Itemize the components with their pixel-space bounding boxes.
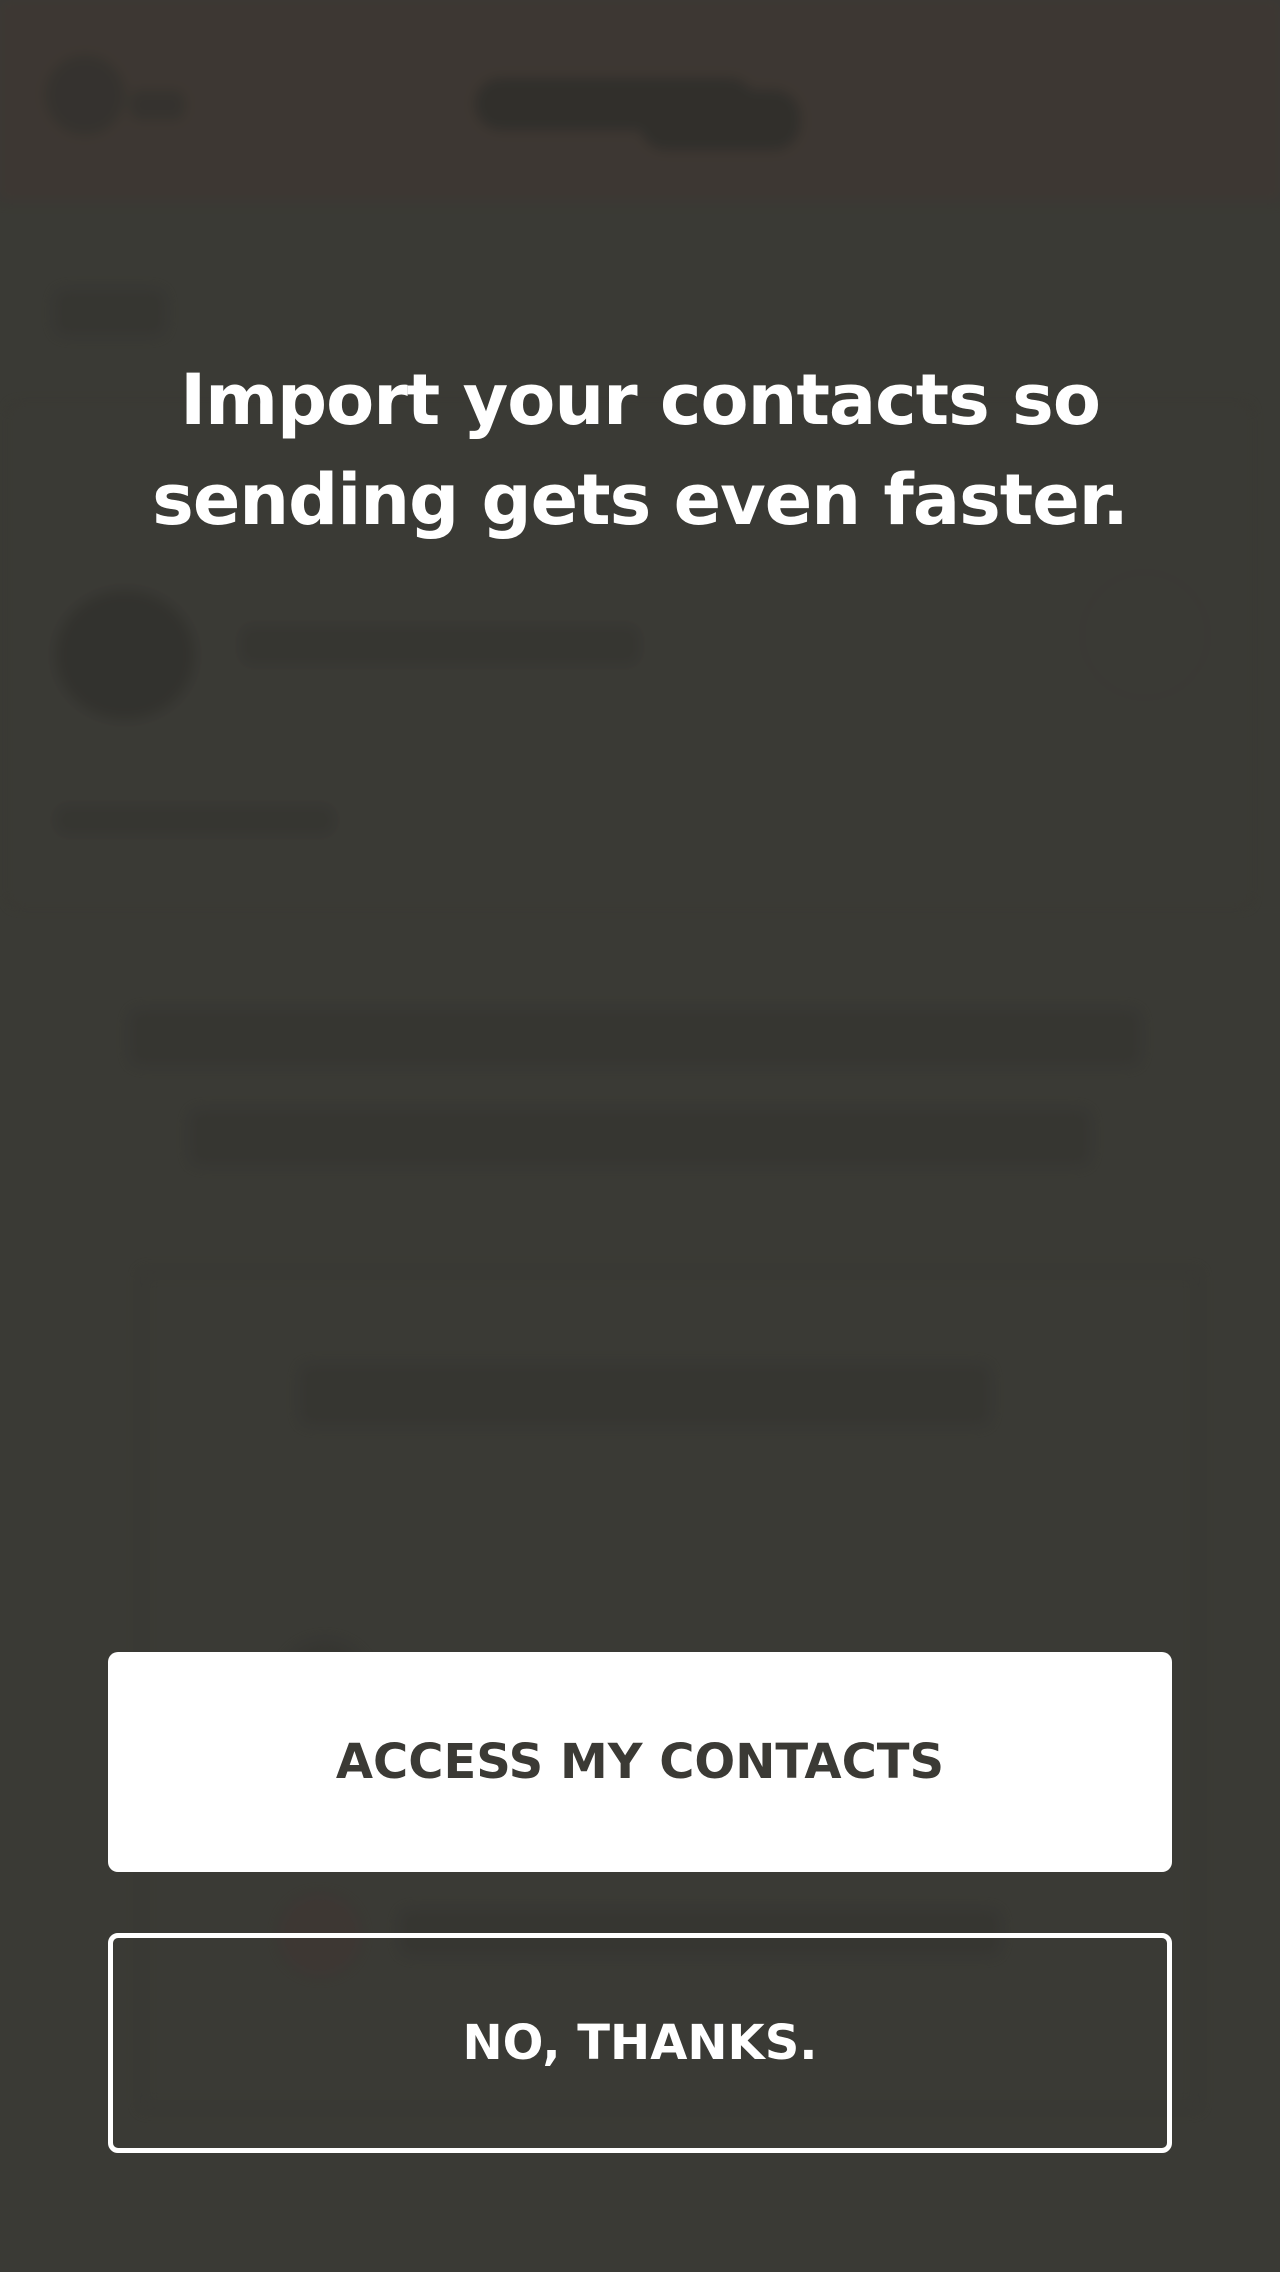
dialog-headline: Import your contacts so sending gets eve… — [100, 350, 1180, 550]
no-thanks-button-label: NO, THANKS. — [462, 2015, 818, 2071]
no-thanks-button[interactable]: NO, THANKS. — [108, 1933, 1172, 2153]
modal-overlay — [0, 0, 1280, 2272]
access-contacts-button-label: ACCESS MY CONTACTS — [335, 1734, 945, 1790]
dialog-headline-line-1: Import your contacts so — [180, 359, 1101, 441]
access-contacts-button[interactable]: ACCESS MY CONTACTS — [108, 1652, 1172, 1872]
dialog-headline-line-2: sending gets even faster. — [152, 459, 1129, 541]
screen: Import your contacts so sending gets eve… — [0, 0, 1280, 2272]
